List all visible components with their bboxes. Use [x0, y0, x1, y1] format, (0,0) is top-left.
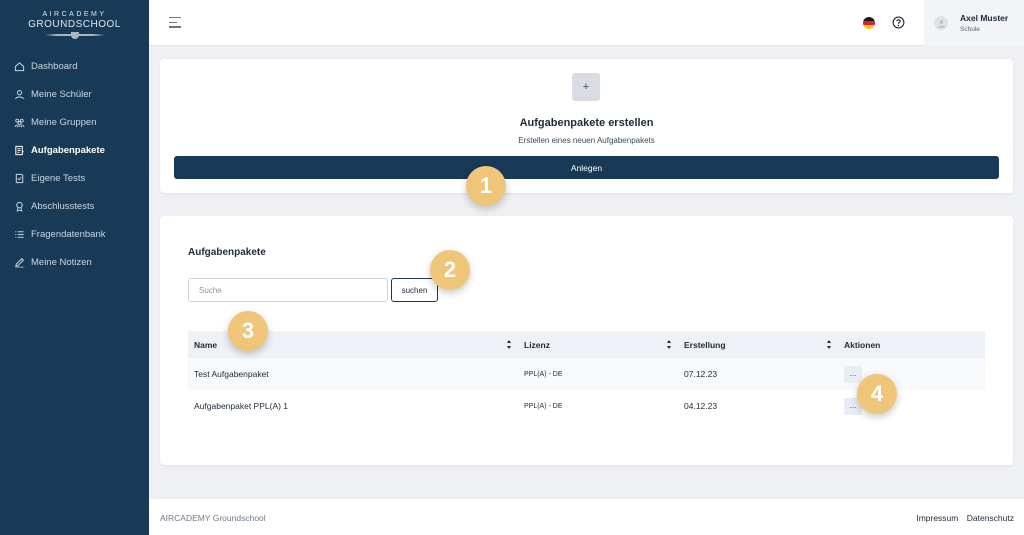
german-flag-icon[interactable] — [863, 17, 875, 29]
table-header: Name Lizenz Erstellung Aktionen — [188, 331, 985, 358]
sidebar-item-meine-notizen[interactable]: Meine Notizen — [0, 248, 149, 276]
sidebar-item-meine-gruppen[interactable]: Meine Gruppen — [0, 108, 149, 136]
list-icon — [14, 229, 25, 240]
logo-wings-icon — [39, 31, 111, 40]
column-label: Erstellung — [684, 339, 726, 350]
help-icon[interactable] — [892, 16, 905, 29]
package-list-card: Aufgabenpakete suchen Name Lizenz Erstel… — [160, 216, 1013, 465]
user-name: Axel Muster — [960, 13, 1009, 23]
award-icon — [14, 201, 25, 212]
sidebar-item-abschlusstests[interactable]: Abschlusstests — [0, 192, 149, 220]
cell-aktionen: ... — [838, 365, 985, 383]
sidebar: AIRCADEMY GROUNDSCHOOL Dashboard Meine S… — [0, 0, 149, 535]
annotation-badge-1: 1 — [466, 166, 506, 206]
column-label: Lizenz — [524, 339, 550, 350]
cell-name: Aufgabenpaket PPL(A) 1 — [194, 401, 289, 411]
menu-icon[interactable] — [169, 17, 183, 29]
pencil-icon — [14, 257, 25, 268]
sidebar-item-eigene-tests[interactable]: Eigene Tests — [0, 164, 149, 192]
cell-lizenz: PPL(A) - DE — [524, 402, 563, 410]
column-label: Name — [194, 339, 218, 350]
sidebar-item-label: Meine Gruppen — [31, 116, 97, 128]
user-menu[interactable]: Axel Muster Schule — [924, 0, 1024, 46]
search-input[interactable] — [188, 278, 388, 302]
user-icon — [14, 89, 25, 100]
sidebar-item-aufgabenpakete[interactable]: Aufgabenpakete — [0, 136, 149, 164]
sort-icon — [827, 340, 832, 349]
user-role: Schule — [960, 26, 980, 33]
sidebar-item-label: Dashboard — [31, 60, 78, 72]
sort-icon — [507, 340, 512, 349]
add-package-button[interactable]: + — [572, 73, 600, 101]
footer-links: Impressum Datenschutz — [910, 513, 1014, 523]
top-bar: Axel Muster Schule — [149, 0, 1024, 46]
annotation-badge-4: 4 — [857, 374, 897, 414]
logo-main-text: GROUNDSCHOOL — [28, 18, 121, 30]
test-icon — [14, 173, 25, 184]
sidebar-item-label: Aufgabenpakete — [31, 144, 105, 156]
annotation-badge-3: 3 — [228, 311, 268, 351]
create-card-subtitle: Erstellen eines neuen Aufgabenpakets — [518, 136, 655, 145]
home-icon — [14, 61, 25, 72]
column-header-erstellung[interactable]: Erstellung — [678, 331, 838, 358]
sidebar-item-label: Meine Schüler — [31, 88, 92, 100]
create-package-card: + Aufgabenpakete erstellen Erstellen ein… — [160, 59, 1013, 193]
cell-erstellung: 07.12.23 — [684, 369, 718, 379]
anlegen-button[interactable]: Anlegen — [174, 156, 999, 179]
group-icon — [14, 117, 25, 128]
list-card-title: Aufgabenpakete — [188, 247, 266, 258]
sidebar-item-fragendatenbank[interactable]: Fragendatenbank — [0, 220, 149, 248]
sidebar-item-label: Fragendatenbank — [31, 228, 106, 240]
annotation-badge-2: 2 — [430, 250, 470, 290]
document-icon — [14, 145, 25, 156]
footer-brand: AIRCADEMY Groundschool — [160, 513, 266, 523]
cell-erstellung: 04.12.23 — [684, 401, 718, 411]
sidebar-item-label: Abschlusstests — [31, 200, 95, 212]
sidebar-item-label: Meine Notizen — [31, 256, 92, 268]
sidebar-item-dashboard[interactable]: Dashboard — [0, 52, 149, 80]
logo[interactable]: AIRCADEMY GROUNDSCHOOL — [0, 0, 149, 46]
cell-lizenz: PPL(A) - DE — [524, 370, 563, 378]
create-card-title: Aufgabenpakete erstellen — [519, 117, 654, 129]
column-label: Aktionen — [844, 339, 881, 350]
search-button[interactable]: suchen — [391, 278, 438, 302]
sidebar-nav: Dashboard Meine Schüler Meine Gruppen Au… — [0, 52, 149, 276]
user-info: Axel Muster Schule — [960, 13, 1008, 33]
logo-top-text: AIRCADEMY — [42, 10, 107, 18]
column-header-aktionen: Aktionen — [838, 331, 985, 358]
user-avatar-icon — [934, 16, 948, 30]
sort-icon — [667, 340, 672, 349]
impressum-link[interactable]: Impressum — [916, 513, 958, 523]
sidebar-item-label: Eigene Tests — [31, 172, 86, 184]
datenschutz-link[interactable]: Datenschutz — [967, 513, 1014, 523]
sidebar-item-meine-schueler[interactable]: Meine Schüler — [0, 80, 149, 108]
row-actions-button[interactable]: ... — [844, 365, 862, 383]
footer: AIRCADEMY Groundschool Impressum Datensc… — [149, 499, 1024, 535]
column-header-lizenz[interactable]: Lizenz — [518, 331, 678, 358]
cell-name: Test Aufgabenpaket — [194, 369, 269, 379]
